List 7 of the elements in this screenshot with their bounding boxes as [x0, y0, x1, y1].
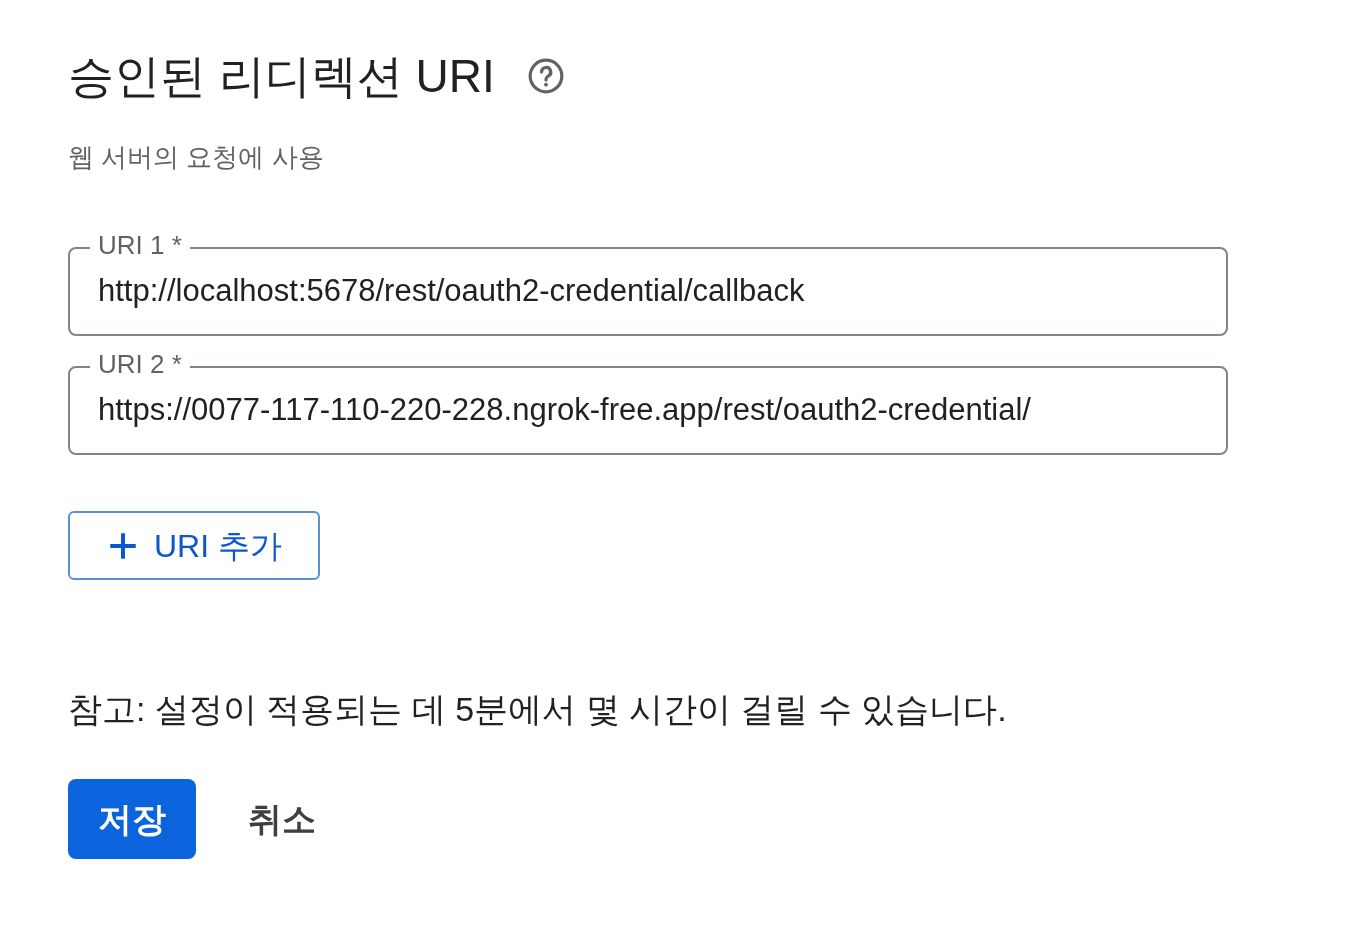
- section-title: 승인된 리디렉션 URI: [68, 53, 495, 99]
- section-subtitle: 웹 서버의 요청에 사용: [68, 141, 325, 174]
- save-button[interactable]: 저장: [68, 779, 196, 859]
- cancel-button[interactable]: 취소: [216, 779, 348, 859]
- help-icon[interactable]: [526, 57, 565, 95]
- add-uri-button[interactable]: URI 추가: [68, 511, 320, 580]
- note-text: 참고: 설정이 적용되는 데 5분에서 몇 시간이 걸릴 수 있습니다.: [68, 689, 1008, 730]
